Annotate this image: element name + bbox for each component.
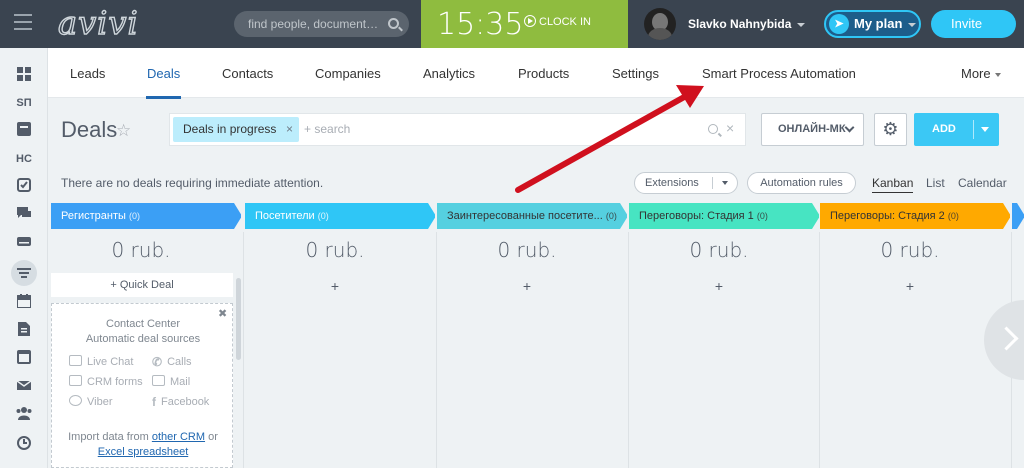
- annotation-arrow: [515, 85, 704, 193]
